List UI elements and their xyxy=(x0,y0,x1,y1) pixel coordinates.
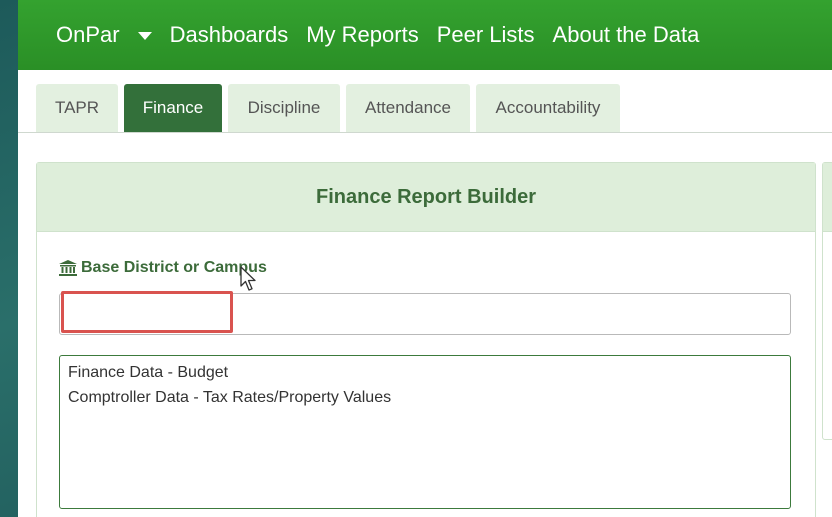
panel-title: Finance Report Builder xyxy=(315,185,537,208)
tab-tapr[interactable]: TAPR xyxy=(36,84,118,132)
tab-accountability[interactable]: Accountability xyxy=(476,84,620,132)
bank-icon xyxy=(59,260,77,276)
caret-down-icon[interactable] xyxy=(137,32,152,40)
nav-link-peer-lists[interactable]: Peer Lists xyxy=(437,22,535,48)
base-district-input[interactable] xyxy=(59,293,791,335)
tab-discipline[interactable]: Discipline xyxy=(228,84,340,132)
panel-header: Finance Report Builder xyxy=(37,163,815,232)
top-navbar: OnPar Dashboards My Reports Peer Lists A… xyxy=(18,0,832,70)
nav-link-about-the-data[interactable]: About the Data xyxy=(553,22,700,48)
report-tabs: TAPR Finance Discipline Attendance Accou… xyxy=(18,84,832,133)
tab-attendance[interactable]: Attendance xyxy=(346,84,470,132)
base-district-label-text: Base District or Campus xyxy=(81,259,267,276)
app-window: OnPar Dashboards My Reports Peer Lists A… xyxy=(18,0,832,517)
side-panel xyxy=(822,162,832,440)
data-source-listbox[interactable]: Finance Data - Budget Comptroller Data -… xyxy=(59,355,791,509)
list-option-finance-budget[interactable]: Finance Data - Budget xyxy=(68,360,782,385)
finance-report-builder-panel: Finance Report Builder Base District or … xyxy=(36,162,816,517)
side-panel-header xyxy=(823,163,832,232)
nav-link-dashboards[interactable]: Dashboards xyxy=(170,22,289,48)
tab-finance[interactable]: Finance xyxy=(124,84,222,132)
mouse-cursor-icon xyxy=(240,266,256,291)
nav-brand[interactable]: OnPar xyxy=(56,22,120,48)
base-district-label: Base District or Campus xyxy=(59,259,267,277)
nav-link-my-reports[interactable]: My Reports xyxy=(306,22,418,48)
list-option-comptroller-tax-rates[interactable]: Comptroller Data - Tax Rates/Property Va… xyxy=(68,385,782,410)
